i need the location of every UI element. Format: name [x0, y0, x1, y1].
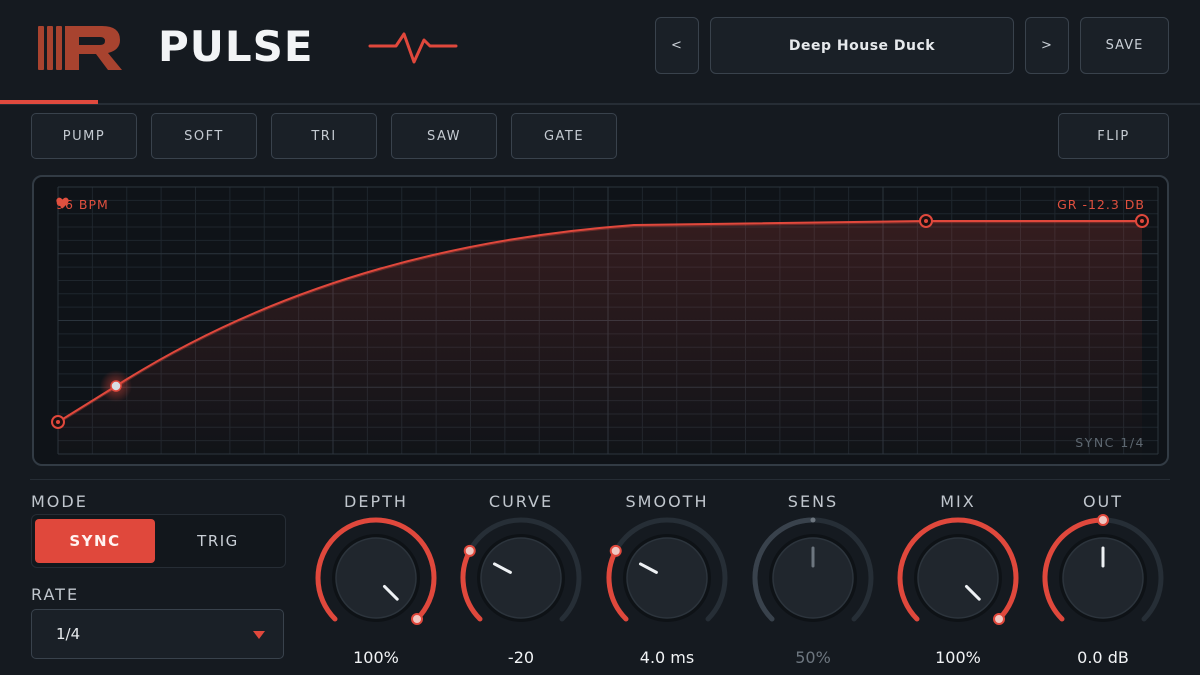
knob-body — [335, 537, 417, 619]
divider — [30, 479, 1170, 480]
envelope-graph[interactable]: 96 BPM GR -12.3 DB SYNC 1/4 — [32, 175, 1169, 466]
dropdown-caret-icon — [253, 631, 265, 639]
out-knob-dial[interactable] — [1033, 510, 1173, 640]
envelope-canvas[interactable] — [34, 177, 1167, 464]
knob-label: SMOOTH — [625, 492, 709, 511]
rate-label: RATE — [31, 585, 80, 604]
knob-body — [626, 537, 708, 619]
knob-handle-dot — [609, 544, 622, 557]
mode-trig-option[interactable]: TRIG — [158, 519, 278, 563]
knob-body — [480, 537, 562, 619]
mode-label: MODE — [31, 492, 88, 511]
depth-knob-dial[interactable] — [306, 510, 446, 640]
shape-tri-button[interactable]: TRI — [271, 113, 377, 159]
mode-sync-option[interactable]: SYNC — [35, 519, 155, 563]
knob-depth[interactable]: DEPTH 100% — [306, 490, 446, 675]
shape-saw-button[interactable]: SAW — [391, 113, 497, 159]
save-button[interactable]: SAVE — [1080, 17, 1169, 74]
knob-curve[interactable]: CURVE -20 — [451, 490, 591, 675]
knob-value: -20 — [507, 648, 535, 667]
rate-value: 1/4 — [56, 625, 81, 643]
knob-value: 50% — [795, 648, 831, 667]
knob-value: 100% — [935, 648, 981, 667]
knob-handle-dot — [411, 613, 424, 626]
mode-toggle: SYNC TRIG — [31, 514, 286, 568]
prev-preset-button[interactable]: < — [655, 17, 699, 74]
knob-value-arc — [606, 548, 629, 622]
curve-handle[interactable] — [110, 380, 122, 392]
bpm-readout: 96 BPM — [56, 197, 109, 212]
knob-handle-dot — [810, 517, 816, 523]
pulse-icon — [368, 32, 458, 64]
knob-value: 100% — [353, 648, 399, 667]
knob-label: MIX — [940, 492, 976, 511]
knob-mix[interactable]: MIX 100% — [888, 490, 1028, 675]
knob-label: DEPTH — [344, 492, 408, 511]
shape-soft-button[interactable]: SOFT — [151, 113, 257, 159]
sens-knob-dial[interactable] — [743, 510, 883, 640]
shape-gate-button[interactable]: GATE — [511, 113, 617, 159]
gain-reduction-readout: GR -12.3 DB — [1057, 197, 1145, 212]
preset-name-field[interactable]: Deep House Duck — [710, 17, 1014, 74]
app-title: PULSE — [158, 22, 314, 71]
knob-handle-dot — [993, 613, 1006, 626]
envelope-fill — [58, 221, 1142, 464]
knob-body — [917, 537, 999, 619]
knob-handle-dot — [1097, 514, 1109, 526]
heart-icon — [56, 197, 69, 209]
knob-value-arc — [460, 548, 483, 622]
header: PULSE < Deep House Duck > SAVE — [0, 0, 1200, 105]
knob-value: 4.0 ms — [639, 648, 695, 667]
smooth-knob-dial[interactable] — [597, 510, 737, 640]
next-preset-button[interactable]: > — [1025, 17, 1069, 74]
knob-handle-dot — [463, 544, 476, 557]
knob-label: CURVE — [488, 492, 554, 511]
knob-out[interactable]: OUT 0.0 dB — [1033, 490, 1173, 675]
logo-icon — [38, 26, 122, 70]
rate-dropdown[interactable]: 1/4 — [31, 609, 284, 659]
sync-readout: SYNC 1/4 — [1075, 435, 1145, 450]
knob-smooth[interactable]: SMOOTH 4.0 ms — [597, 490, 737, 675]
knob-label: OUT — [1082, 492, 1124, 511]
flip-button[interactable]: FLIP — [1058, 113, 1169, 159]
curve-knob-dial[interactable] — [451, 510, 591, 640]
shape-pump-button[interactable]: PUMP — [31, 113, 137, 159]
header-accent-bar — [0, 100, 98, 104]
mix-knob-dial[interactable] — [888, 510, 1028, 640]
knob-label: SENS — [787, 492, 839, 511]
knob-value: 0.0 dB — [1077, 648, 1129, 667]
knob-sens[interactable]: SENS 50% — [743, 490, 883, 675]
